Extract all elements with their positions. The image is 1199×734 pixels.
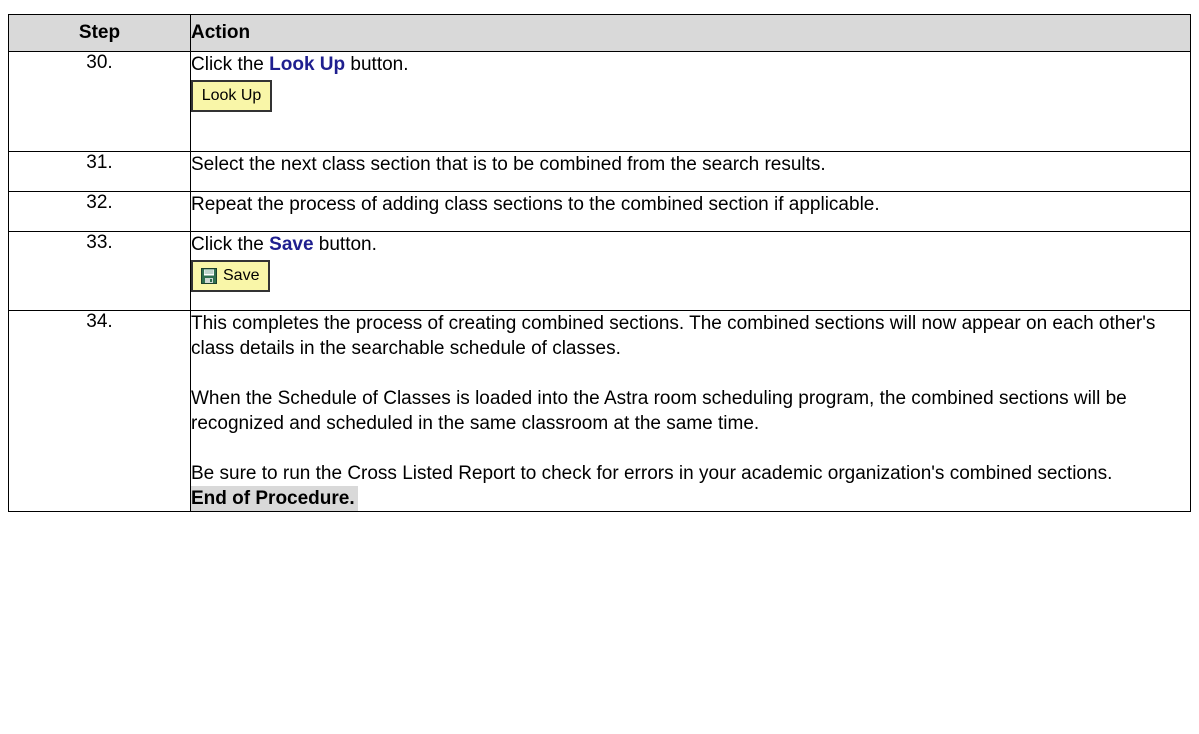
save-button-label: Save [223, 267, 260, 284]
report-paragraph: Be sure to run the Cross Listed Report t… [191, 463, 1113, 484]
step-action: Click the Look Up button. Look Up [190, 51, 1191, 152]
action-text: button. [313, 234, 377, 255]
look-up-button-label: Look Up [201, 87, 262, 104]
step-number: 31. [8, 151, 191, 192]
action-text: Click the [191, 54, 270, 75]
table-header-row: Step Action [8, 14, 1191, 52]
action-text: Click the [191, 234, 270, 255]
step-action: This completes the process of creating c… [190, 310, 1191, 512]
step-action: Select the next class section that is to… [190, 151, 1191, 192]
procedure-page: Step Action 30. Click the Look Up button… [0, 0, 1199, 734]
step-number: 33. [8, 231, 191, 311]
table-row: 31. Select the next class section that i… [8, 151, 1191, 192]
action-column-header: Action [190, 14, 1191, 52]
table-row: 32. Repeat the process of adding class s… [8, 191, 1191, 232]
save-button[interactable]: Save [191, 260, 270, 292]
table-row: 30. Click the Look Up button. Look Up [8, 51, 1191, 152]
completion-paragraph: This completes the process of creating c… [191, 313, 1156, 359]
action-text: button. [345, 54, 409, 75]
highlighted-control-name: Save [269, 234, 314, 255]
table-row: 33. Click the Save button. Save [8, 231, 1191, 311]
steps-table: Step Action 30. Click the Look Up button… [8, 14, 1191, 512]
end-of-procedure-label: End of Procedure. [191, 486, 358, 511]
step-number: 34. [8, 310, 191, 512]
step-action: Repeat the process of adding class secti… [190, 191, 1191, 232]
step-column-header: Step [8, 14, 191, 52]
table-row: 34. This completes the process of creati… [8, 310, 1191, 512]
step-number: 30. [8, 51, 191, 152]
step-action: Click the Save button. Save [190, 231, 1191, 311]
astra-paragraph: When the Schedule of Classes is loaded i… [191, 388, 1127, 434]
floppy-disk-icon [201, 268, 217, 284]
step-number: 32. [8, 191, 191, 232]
look-up-button[interactable]: Look Up [191, 80, 272, 112]
highlighted-control-name: Look Up [269, 54, 346, 75]
